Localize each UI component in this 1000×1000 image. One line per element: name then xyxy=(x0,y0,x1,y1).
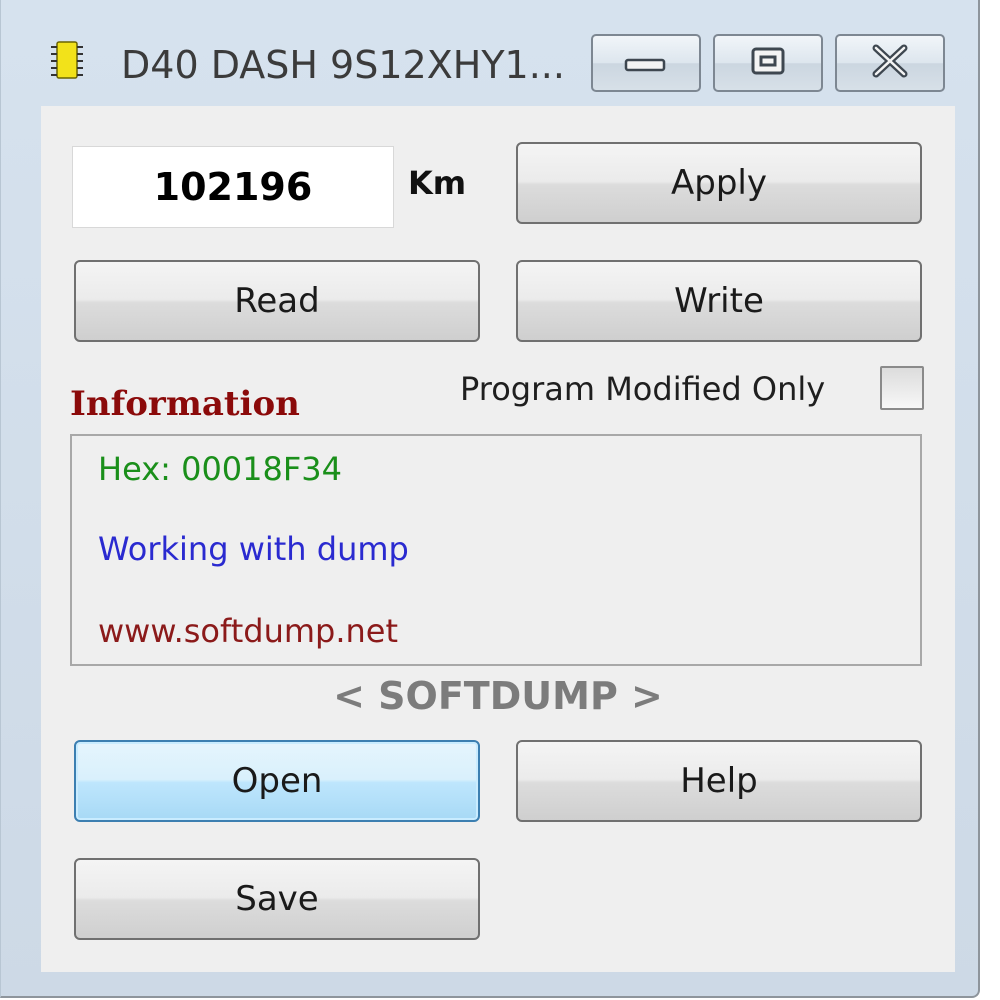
open-button[interactable]: Open xyxy=(74,740,480,822)
help-button[interactable]: Help xyxy=(516,740,922,822)
title-bar[interactable]: D40 DASH 9S12XHY1... xyxy=(1,0,979,106)
info-line-status: Working with dump xyxy=(98,530,409,568)
maximize-icon xyxy=(748,46,788,80)
info-line-website: www.softdump.net xyxy=(98,612,399,650)
brand-label: < SOFTDUMP > xyxy=(333,674,663,718)
minimize-button[interactable] xyxy=(591,34,701,92)
close-button[interactable] xyxy=(835,34,945,92)
info-line-hex: Hex: 00018F34 xyxy=(98,450,342,488)
write-button[interactable]: Write xyxy=(516,260,922,342)
read-button[interactable]: Read xyxy=(74,260,480,342)
close-icon xyxy=(868,44,912,82)
window-title: D40 DASH 9S12XHY1... xyxy=(121,43,565,87)
mileage-input[interactable] xyxy=(72,146,394,228)
chip-icon xyxy=(51,38,83,82)
minimize-icon xyxy=(624,48,668,78)
program-modified-only-checkbox[interactable] xyxy=(880,366,924,410)
program-modified-only-label: Program Modified Only xyxy=(460,370,826,408)
information-heading: Information xyxy=(70,384,300,424)
mileage-unit-label: Km xyxy=(408,164,467,202)
information-log: Hex: 00018F34 Working with dump www.soft… xyxy=(70,434,922,666)
apply-button[interactable]: Apply xyxy=(516,142,922,224)
maximize-button[interactable] xyxy=(713,34,823,92)
save-button[interactable]: Save xyxy=(74,858,480,940)
